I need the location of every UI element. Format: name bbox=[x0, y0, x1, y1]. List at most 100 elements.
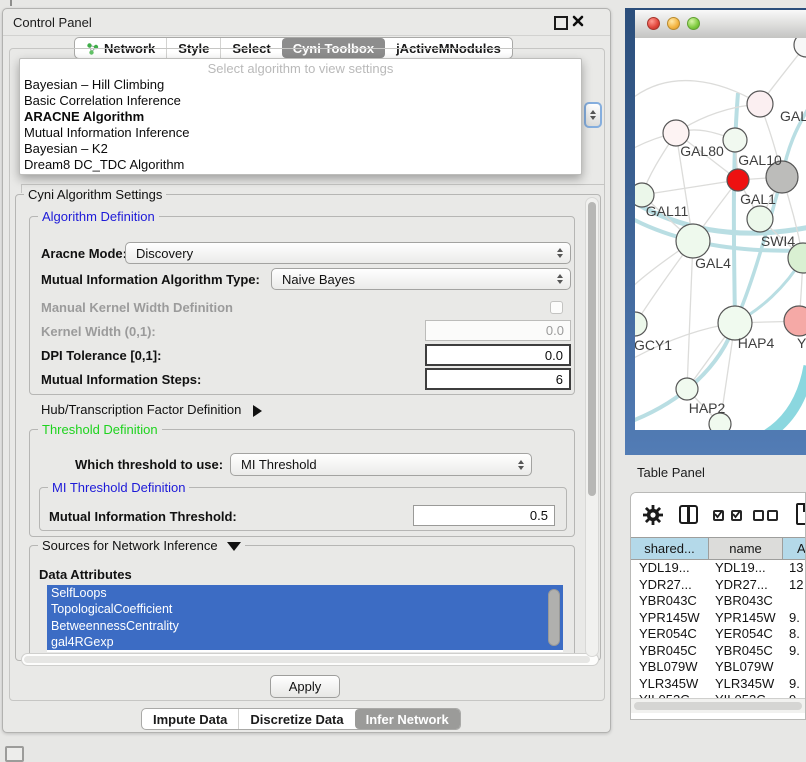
apply-button[interactable]: Apply bbox=[270, 675, 340, 698]
mi-steps-field[interactable]: 6 bbox=[425, 368, 571, 390]
column-header-name[interactable]: name bbox=[709, 537, 783, 560]
horizontal-scrollbar[interactable] bbox=[21, 653, 599, 666]
table-cell[interactable]: 12 bbox=[789, 577, 805, 594]
dpi-tolerance-field[interactable]: 0.0 bbox=[425, 344, 571, 366]
algorithm-option[interactable]: Bayesian – Hill Climbing bbox=[20, 77, 581, 93]
node[interactable] bbox=[784, 306, 806, 336]
screen: Control Panel Network Style Select Cyni … bbox=[0, 0, 806, 762]
node-label: SWI4 bbox=[761, 233, 795, 249]
select-all-icon[interactable] bbox=[713, 509, 742, 524]
list-item[interactable]: TopologicalCoefficient bbox=[47, 601, 563, 617]
node-label: HAP4 bbox=[738, 335, 775, 351]
algorithm-option[interactable]: Bayesian – K2 bbox=[20, 141, 581, 157]
panel-title: Control Panel bbox=[13, 15, 92, 30]
table-cell[interactable]: YPR145W bbox=[639, 610, 705, 627]
table-cell[interactable]: YBL079W bbox=[715, 659, 779, 676]
combo-stepper-icon bbox=[557, 269, 563, 289]
list-item[interactable]: gal4RGexp bbox=[47, 634, 563, 650]
which-threshold-combobox[interactable]: MI Threshold bbox=[230, 453, 532, 476]
file-icon[interactable] bbox=[796, 503, 806, 525]
table-rows: YDL19... YDL19... 13 YDR27... YDR27... 1… bbox=[631, 560, 805, 709]
algorithm-option[interactable]: Mutual Information Inference bbox=[20, 125, 581, 141]
node-label: GCY1 bbox=[635, 337, 672, 353]
columns-icon[interactable] bbox=[679, 505, 698, 524]
tab-impute-data[interactable]: Impute Data bbox=[142, 709, 239, 729]
table-cell[interactable]: YDR27... bbox=[639, 577, 705, 594]
algorithm-option-selected[interactable]: ARACNE Algorithm bbox=[20, 109, 581, 125]
table-panel-widget: shared... name A YDL19... YDL19... 13 YD… bbox=[630, 492, 806, 720]
table-scrollbar-thumb[interactable] bbox=[634, 702, 802, 710]
table-cell[interactable]: YDL19... bbox=[639, 560, 705, 577]
table-cell[interactable]: 13 bbox=[789, 560, 805, 577]
table-cell[interactable]: YPR145W bbox=[715, 610, 779, 627]
node-label: Y bbox=[797, 335, 806, 351]
algorithm-option[interactable]: Basic Correlation Inference bbox=[20, 93, 581, 109]
mi-type-combobox[interactable]: Naive Bayes bbox=[271, 268, 571, 290]
combo-stepper-icon[interactable] bbox=[584, 102, 602, 128]
mi-threshold-field[interactable]: 0.5 bbox=[413, 505, 555, 526]
table-cell[interactable]: YDR27... bbox=[715, 577, 779, 594]
window-minimize-icon[interactable] bbox=[667, 17, 680, 30]
table-cell[interactable]: YBR043C bbox=[639, 593, 705, 610]
node-label: GAL bbox=[780, 108, 806, 124]
column-header-partial[interactable]: A bbox=[783, 537, 806, 560]
column-header-shared[interactable]: shared... bbox=[631, 537, 709, 560]
dpi-tolerance-label: DPI Tolerance [0,1]: bbox=[41, 348, 161, 363]
tab-infer-network[interactable]: Infer Network bbox=[355, 709, 460, 729]
table-cell[interactable]: YBR045C bbox=[639, 643, 705, 660]
table-cell[interactable]: YER054C bbox=[715, 626, 779, 643]
combo-value: MI Threshold bbox=[241, 457, 317, 472]
floating-panel-icon[interactable] bbox=[5, 746, 24, 762]
window-zoom-icon[interactable] bbox=[687, 17, 700, 30]
algorithm-dropdown-list: Select algorithm to view settings Bayesi… bbox=[19, 58, 582, 175]
node-label: GAL10 bbox=[738, 152, 782, 168]
table-cell[interactable]: YLR345W bbox=[715, 676, 779, 693]
group-title: Cyni Algorithm Settings bbox=[24, 187, 166, 202]
table-cell[interactable]: 9. bbox=[789, 610, 805, 627]
kernel-width-field[interactable]: 0.0 bbox=[425, 320, 571, 341]
list-item[interactable]: BetweennessCentrality bbox=[47, 618, 563, 634]
window-close-icon[interactable] bbox=[647, 17, 660, 30]
node[interactable] bbox=[747, 91, 773, 117]
table-cell[interactable]: YBR045C bbox=[715, 643, 779, 660]
tab-discretize-data[interactable]: Discretize Data bbox=[239, 709, 354, 729]
list-item[interactable]: SelfLoops bbox=[47, 585, 563, 601]
table-cell[interactable]: YDL19... bbox=[715, 560, 779, 577]
hub-section-row[interactable]: Hub/Transcription Factor Definition bbox=[41, 402, 262, 417]
vertical-scrollbar[interactable] bbox=[585, 197, 599, 657]
table-cell[interactable]: 8. bbox=[789, 626, 805, 643]
table-cell[interactable]: YBR043C bbox=[715, 593, 779, 610]
network-window-titlebar[interactable] bbox=[635, 10, 806, 39]
table-cell[interactable] bbox=[789, 593, 805, 610]
close-icon[interactable] bbox=[572, 15, 584, 29]
node[interactable] bbox=[794, 38, 806, 57]
node-gal10[interactable] bbox=[723, 128, 747, 152]
table-toolbar bbox=[631, 493, 805, 537]
node-gal1-selected[interactable] bbox=[727, 169, 749, 191]
list-scrollbar[interactable] bbox=[548, 589, 560, 646]
node-gal4[interactable] bbox=[676, 224, 710, 258]
table-cell[interactable]: YLR345W bbox=[639, 676, 705, 693]
table-cell[interactable]: 9. bbox=[789, 643, 805, 660]
group-title: MI Threshold Definition bbox=[48, 480, 189, 495]
table-horizontal-scrollbar[interactable] bbox=[631, 698, 805, 713]
aracne-mode-combobox[interactable]: Discovery bbox=[125, 242, 571, 264]
node-swi4[interactable] bbox=[747, 206, 773, 232]
node-hap2[interactable] bbox=[676, 378, 698, 400]
vertical-scrollbar-thumb[interactable] bbox=[588, 202, 596, 496]
table-cell[interactable]: YBL079W bbox=[639, 659, 705, 676]
horizontal-scrollbar-thumb[interactable] bbox=[24, 656, 590, 663]
window-edge-artifact bbox=[10, 0, 12, 6]
sources-collapse-icon[interactable] bbox=[227, 542, 241, 551]
algorithm-option[interactable]: Dream8 DC_TDC Algorithm bbox=[20, 157, 581, 173]
hub-section-label: Hub/Transcription Factor Definition bbox=[41, 402, 241, 417]
node-gcy1[interactable] bbox=[635, 312, 647, 336]
manual-kernel-checkbox[interactable] bbox=[550, 301, 563, 314]
network-canvas[interactable]: GAL GAL80 GAL10 GAL1 GAL11 SWI4 GAL4 GCY… bbox=[635, 38, 806, 430]
deselect-all-icon[interactable] bbox=[753, 509, 778, 524]
table-cell[interactable]: 9. bbox=[789, 676, 805, 693]
gear-icon[interactable] bbox=[643, 505, 663, 525]
table-cell[interactable] bbox=[789, 659, 805, 676]
float-icon[interactable] bbox=[554, 16, 568, 30]
table-cell[interactable]: YER054C bbox=[639, 626, 705, 643]
